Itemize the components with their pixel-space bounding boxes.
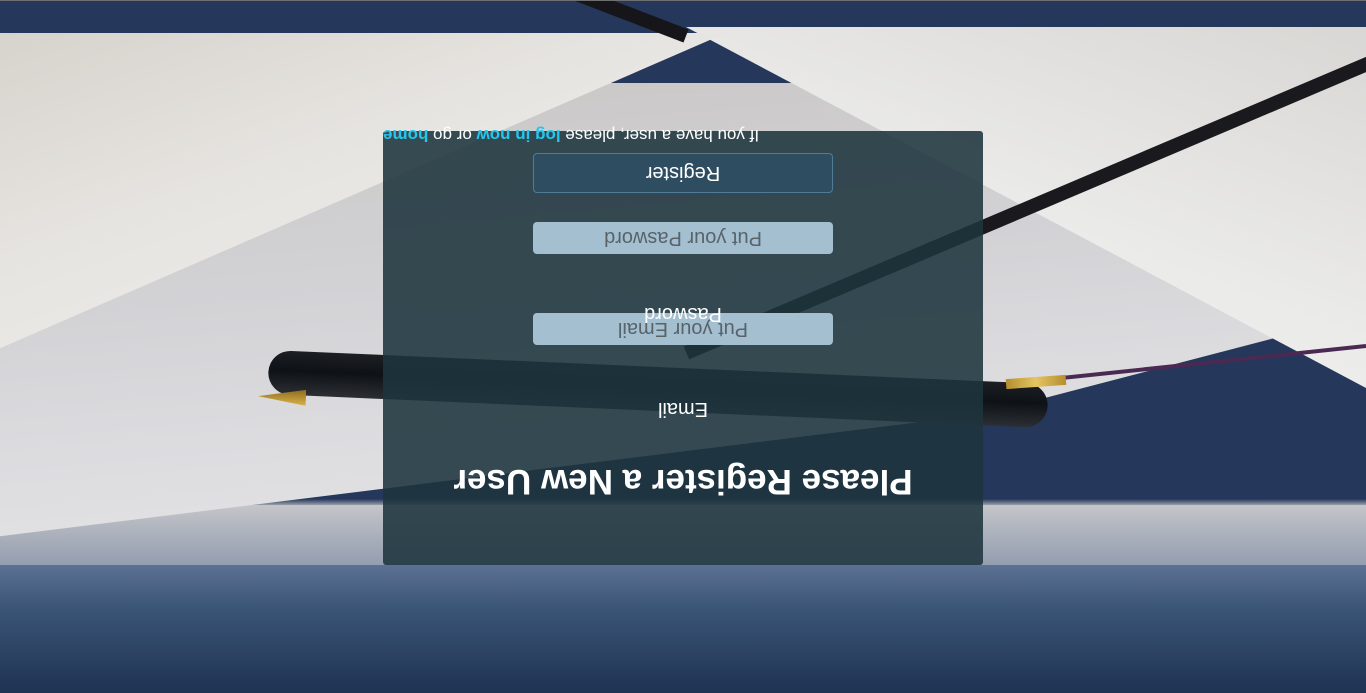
page-edge-line: [0, 0, 1366, 1]
login-prompt-prefix: If you have a user, please: [560, 126, 760, 145]
login-prompt-middle: or go: [428, 126, 477, 145]
log-in-now-link[interactable]: log in now: [477, 126, 561, 145]
login-prompt: If you have a user, please log in now or…: [383, 125, 983, 145]
email-label: Email: [658, 398, 709, 420]
page-title: Please Register a New User: [453, 462, 913, 501]
home-link[interactable]: home: [383, 126, 428, 145]
register-panel: Please Register a New User Email Pasword…: [383, 126, 983, 565]
password-field[interactable]: [533, 222, 833, 254]
password-label: Pasword: [644, 303, 722, 325]
page-stage: Please Register a New User Email Pasword…: [0, 0, 1366, 693]
register-button[interactable]: Register: [533, 153, 833, 193]
